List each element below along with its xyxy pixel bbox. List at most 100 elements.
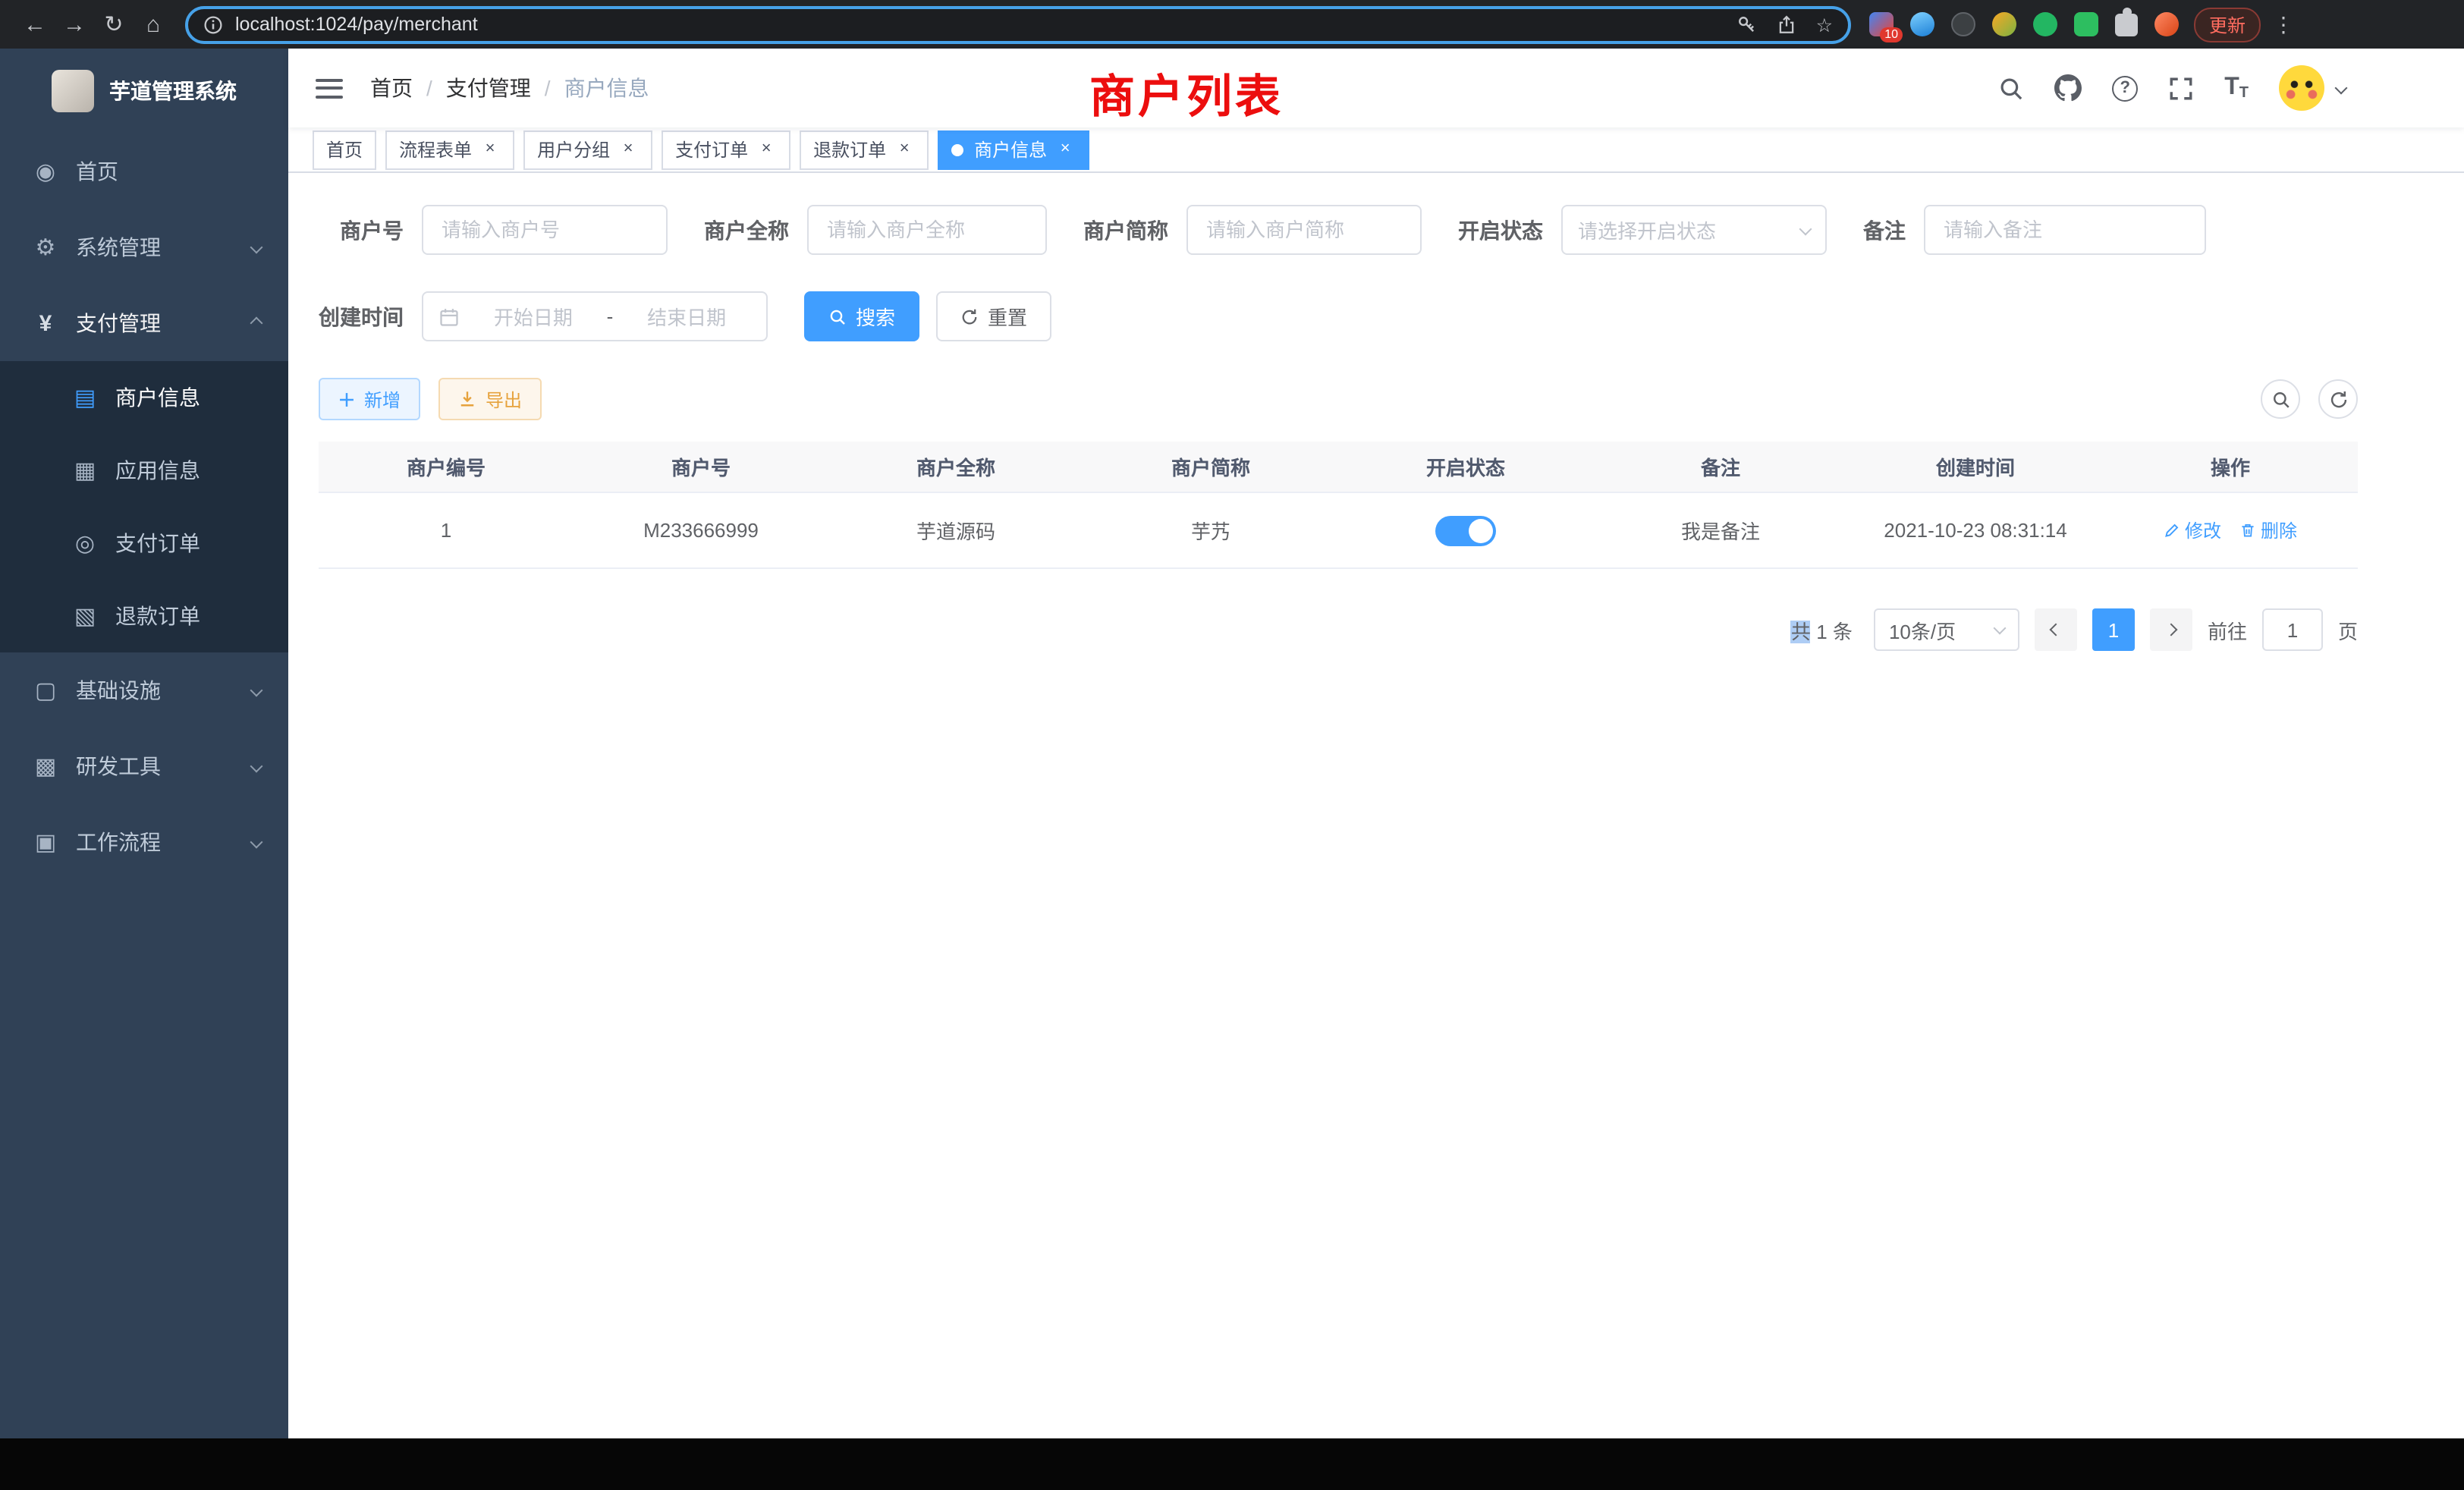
bookmark-star-icon[interactable]: ☆ <box>1816 13 1833 36</box>
extension-badge: 10 <box>1880 27 1903 42</box>
extension-icon-5[interactable] <box>2033 12 2057 36</box>
sidebar-item-dev-tools[interactable]: ▩ 研发工具 <box>0 728 288 804</box>
close-icon[interactable]: × <box>894 139 915 160</box>
close-icon[interactable]: × <box>756 139 777 160</box>
sidebar-item-home[interactable]: ◉ 首页 <box>0 134 288 209</box>
sidebar-item-payment[interactable]: ¥ 支付管理 <box>0 285 288 361</box>
extensions-puzzle-icon[interactable] <box>2115 13 2138 36</box>
add-button[interactable]: 新增 <box>319 378 420 420</box>
avatar-caret-icon[interactable] <box>2335 82 2348 95</box>
date-separator: - <box>607 305 614 328</box>
close-icon[interactable]: × <box>618 139 639 160</box>
yen-icon: ¥ <box>27 310 64 336</box>
refund-doc-icon: ▧ <box>67 602 103 630</box>
edit-button[interactable]: 修改 <box>2164 517 2221 543</box>
app-logo[interactable]: 芋道管理系统 <box>0 49 288 134</box>
search-icon[interactable] <box>1998 75 2024 101</box>
profile-avatar-icon[interactable] <box>2154 12 2179 36</box>
page-size-select[interactable]: 10条/页 <box>1874 608 2019 651</box>
help-icon[interactable]: ? <box>2112 75 2138 101</box>
sidebar-item-merchant-info[interactable]: ▤ 商户信息 <box>0 361 288 434</box>
end-date-placeholder[interactable]: 结束日期 <box>622 302 751 331</box>
chevron-down-icon <box>1799 222 1812 235</box>
back-icon[interactable]: ← <box>15 6 55 42</box>
chevron-down-icon <box>250 760 263 773</box>
tab-pay-order[interactable]: 支付订单× <box>662 130 790 169</box>
app-title: 芋道管理系统 <box>109 76 237 106</box>
show-search-button[interactable] <box>2261 379 2300 419</box>
full-name-input[interactable] <box>807 205 1047 255</box>
table-toolbar: 新增 导出 <box>319 378 2358 420</box>
chevron-down-icon <box>250 241 263 254</box>
bank-card-icon: ▤ <box>67 384 103 411</box>
sidebar-toggle-icon[interactable] <box>316 78 343 98</box>
sidebar-item-system[interactable]: ⚙ 系统管理 <box>0 209 288 285</box>
search-button[interactable]: 搜索 <box>804 291 919 341</box>
reload-icon[interactable]: ↻ <box>94 6 134 42</box>
close-icon[interactable]: × <box>479 139 501 160</box>
sidebar-item-infrastructure[interactable]: ▢ 基础设施 <box>0 652 288 728</box>
start-date-placeholder[interactable]: 开始日期 <box>469 302 598 331</box>
status-toggle[interactable] <box>1435 515 1496 545</box>
tab-user-group[interactable]: 用户分组× <box>523 130 652 169</box>
page-number-button[interactable]: 1 <box>2092 608 2135 651</box>
date-range-picker[interactable]: 开始日期 - 结束日期 <box>422 291 768 341</box>
cell-merchant-id: 1 <box>319 493 574 567</box>
tab-home[interactable]: 首页 <box>313 130 376 169</box>
remark-label: 备注 <box>1863 215 1906 245</box>
sidebar-item-pay-order[interactable]: ◎ 支付订单 <box>0 507 288 580</box>
password-key-icon[interactable] <box>1737 14 1757 34</box>
pagination: 共 1 条 10条/页 1 前往 页 <box>319 608 2358 651</box>
merchant-no-input[interactable] <box>422 205 668 255</box>
filter-row-2: 创建时间 开始日期 - 结束日期 搜索 <box>319 291 2358 341</box>
user-avatar[interactable] <box>2279 65 2324 111</box>
page-content: 商户号 商户全称 商户简称 开启状态 请选择开启状态 <box>288 173 2464 1438</box>
refresh-button[interactable] <box>2318 379 2358 419</box>
extension-icon-3[interactable] <box>1951 12 1975 36</box>
column-remark: 备注 <box>1593 442 1848 492</box>
column-create-time: 创建时间 <box>1848 442 2103 492</box>
sidebar-item-app-info[interactable]: ▦ 应用信息 <box>0 434 288 507</box>
logo-image <box>52 70 94 112</box>
pagination-total: 共 1 条 <box>1791 615 1853 644</box>
cell-status <box>1338 493 1593 567</box>
breadcrumb-home[interactable]: 首页 <box>370 73 413 103</box>
fullscreen-icon[interactable] <box>2168 75 2194 101</box>
extension-icon-4[interactable] <box>1992 12 2016 36</box>
github-icon[interactable] <box>2054 74 2082 102</box>
tab-merchant-info[interactable]: 商户信息× <box>938 130 1089 169</box>
extension-icon-6[interactable] <box>2074 12 2098 36</box>
forward-icon[interactable]: → <box>55 6 94 42</box>
url-bar[interactable]: localhost:1024/pay/merchant ☆ <box>185 5 1851 43</box>
column-merchant-no: 商户号 <box>574 442 828 492</box>
font-size-icon[interactable]: TT <box>2224 74 2249 102</box>
page-annotation: 商户列表 <box>1089 59 1284 126</box>
chevron-down-icon <box>1993 622 2006 635</box>
extension-icon-2[interactable] <box>1910 12 1934 36</box>
short-name-input[interactable] <box>1186 205 1422 255</box>
cell-create-time: 2021-10-23 08:31:14 <box>1848 493 2103 567</box>
breadcrumb-payment[interactable]: 支付管理 <box>446 73 531 103</box>
tab-refund-order[interactable]: 退款订单× <box>800 130 929 169</box>
tab-process-form[interactable]: 流程表单× <box>385 130 514 169</box>
extension-icon-1[interactable]: 10 <box>1869 12 1894 36</box>
goto-page-input[interactable] <box>2262 608 2323 651</box>
delete-button[interactable]: 删除 <box>2239 517 2297 543</box>
url-text: localhost:1024/pay/merchant <box>235 14 478 35</box>
reset-button[interactable]: 重置 <box>936 291 1051 341</box>
home-icon[interactable]: ⌂ <box>134 6 173 42</box>
browser-menu-icon[interactable]: ⋮ <box>2273 11 2294 37</box>
prev-page-button[interactable] <box>2035 608 2077 651</box>
next-page-button[interactable] <box>2150 608 2192 651</box>
close-icon[interactable]: × <box>1054 139 1076 160</box>
site-info-icon[interactable] <box>203 14 223 34</box>
browser-update-button[interactable]: 更新 <box>2194 7 2261 42</box>
sidebar-item-workflow[interactable]: ▣ 工作流程 <box>0 804 288 880</box>
sidebar-item-refund-order[interactable]: ▧ 退款订单 <box>0 580 288 652</box>
export-button[interactable]: 导出 <box>438 378 542 420</box>
breadcrumb-current: 商户信息 <box>564 73 649 103</box>
status-select[interactable]: 请选择开启状态 <box>1561 205 1827 255</box>
remark-input[interactable] <box>1924 205 2206 255</box>
share-icon[interactable] <box>1777 14 1796 34</box>
navbar-actions: ? TT <box>1998 65 2440 111</box>
